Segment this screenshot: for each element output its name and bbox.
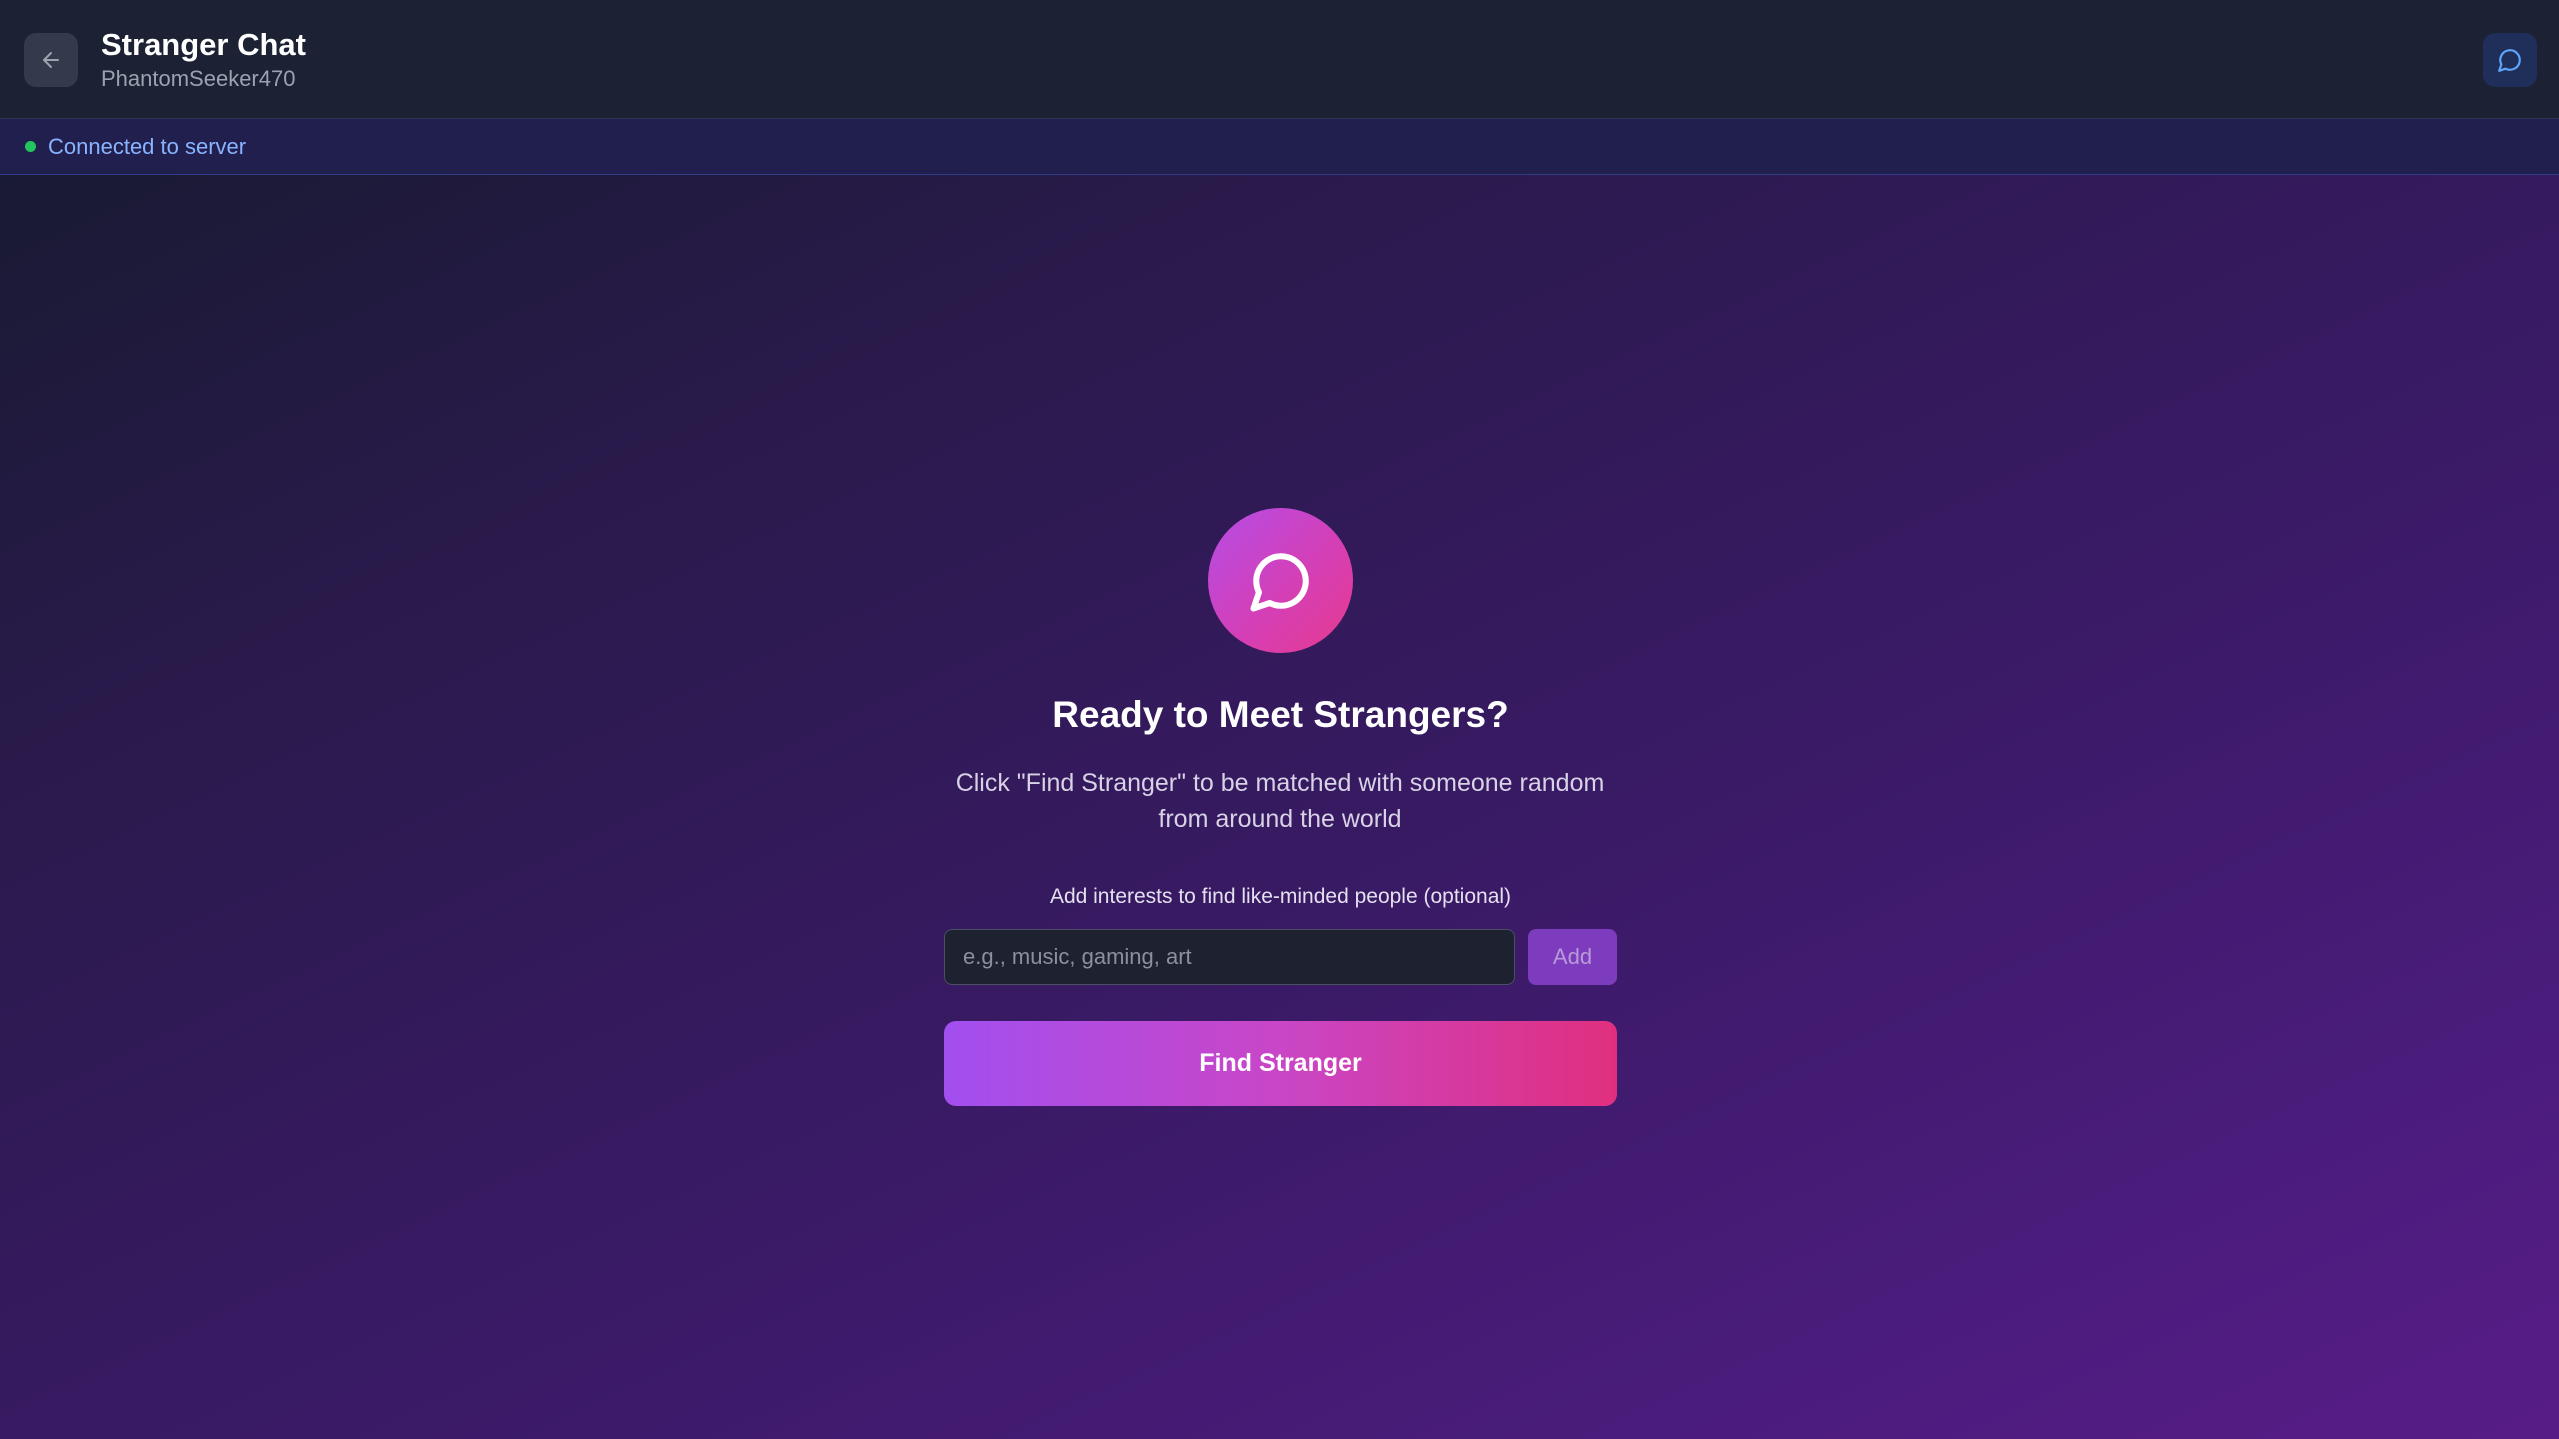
interest-input-row: Add bbox=[944, 929, 1617, 985]
header-title-group: Stranger Chat PhantomSeeker470 bbox=[101, 26, 306, 94]
status-text: Connected to server bbox=[48, 133, 247, 159]
message-circle-icon bbox=[2498, 49, 2521, 72]
status-dot-icon bbox=[25, 141, 36, 152]
back-button[interactable] bbox=[24, 33, 78, 87]
username: PhantomSeeker470 bbox=[101, 66, 296, 91]
headline: Ready to Meet Strangers? bbox=[1052, 694, 1509, 735]
interest-label: Add interests to find like-minded people… bbox=[1049, 885, 1512, 908]
match-panel: Ready to Meet Strangers? Click "Find Str… bbox=[944, 508, 1617, 1106]
connection-status-bar: Connected to server bbox=[0, 119, 2559, 175]
message-circle-icon bbox=[1249, 552, 1309, 612]
app-title: Stranger Chat bbox=[101, 27, 306, 62]
chat-button[interactable] bbox=[2483, 33, 2537, 87]
hero-chat-icon bbox=[1208, 508, 1353, 653]
add-interest-button[interactable]: Add bbox=[1528, 929, 1617, 985]
interest-input[interactable] bbox=[944, 929, 1515, 985]
subtitle: Click "Find Stranger" to be matched with… bbox=[955, 769, 1605, 833]
app-header: Stranger Chat PhantomSeeker470 bbox=[0, 0, 2559, 119]
find-stranger-button[interactable]: Find Stranger bbox=[944, 1021, 1617, 1106]
arrow-left-icon bbox=[43, 52, 59, 68]
